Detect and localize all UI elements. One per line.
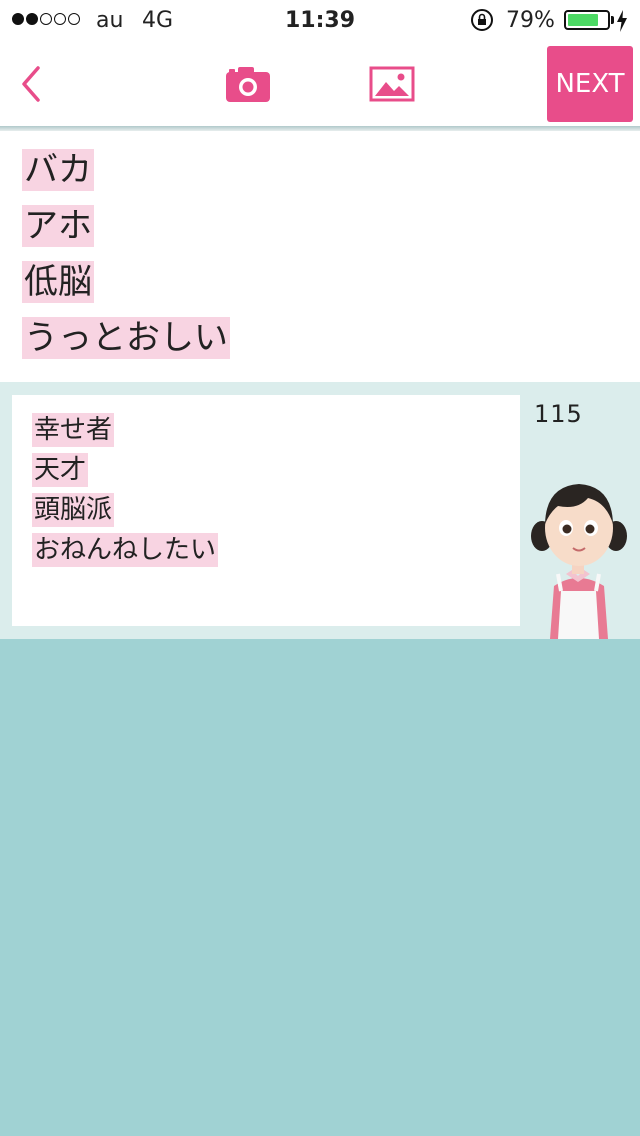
rotation-lock-icon	[471, 9, 493, 31]
card-word-item: 頭脳派	[32, 493, 115, 527]
next-button[interactable]: NEXT	[547, 46, 633, 122]
battery-icon	[564, 10, 610, 30]
character-count: 115	[534, 400, 583, 428]
word-list-item[interactable]: バカ	[22, 149, 640, 205]
word-list-item[interactable]: うっとおしい	[22, 317, 640, 373]
toolbar: NEXT	[0, 40, 640, 128]
card-word-item: 幸せ者	[32, 413, 115, 447]
word-list: バカ アホ 低脳 うっとおしい	[0, 131, 640, 382]
preview-section: 幸せ者 天才 頭脳派 おねんねしたい 115	[0, 382, 640, 639]
camera-icon[interactable]	[224, 64, 272, 104]
charging-icon	[617, 10, 627, 32]
empty-area	[0, 639, 640, 1136]
card-word-item: 天才	[32, 453, 89, 487]
chevron-left-icon[interactable]	[16, 64, 46, 104]
word-list-item[interactable]: アホ	[22, 205, 640, 261]
battery-percent: 79%	[506, 8, 555, 33]
image-icon[interactable]	[368, 64, 416, 104]
word-list-item[interactable]: 低脳	[22, 261, 640, 317]
card-word-item: おねんねしたい	[32, 533, 219, 567]
preview-card: 幸せ者 天才 頭脳派 おねんねしたい	[12, 395, 520, 626]
status-bar: au 4G 11:39 79%	[0, 0, 640, 40]
girl-character-icon	[531, 484, 627, 639]
